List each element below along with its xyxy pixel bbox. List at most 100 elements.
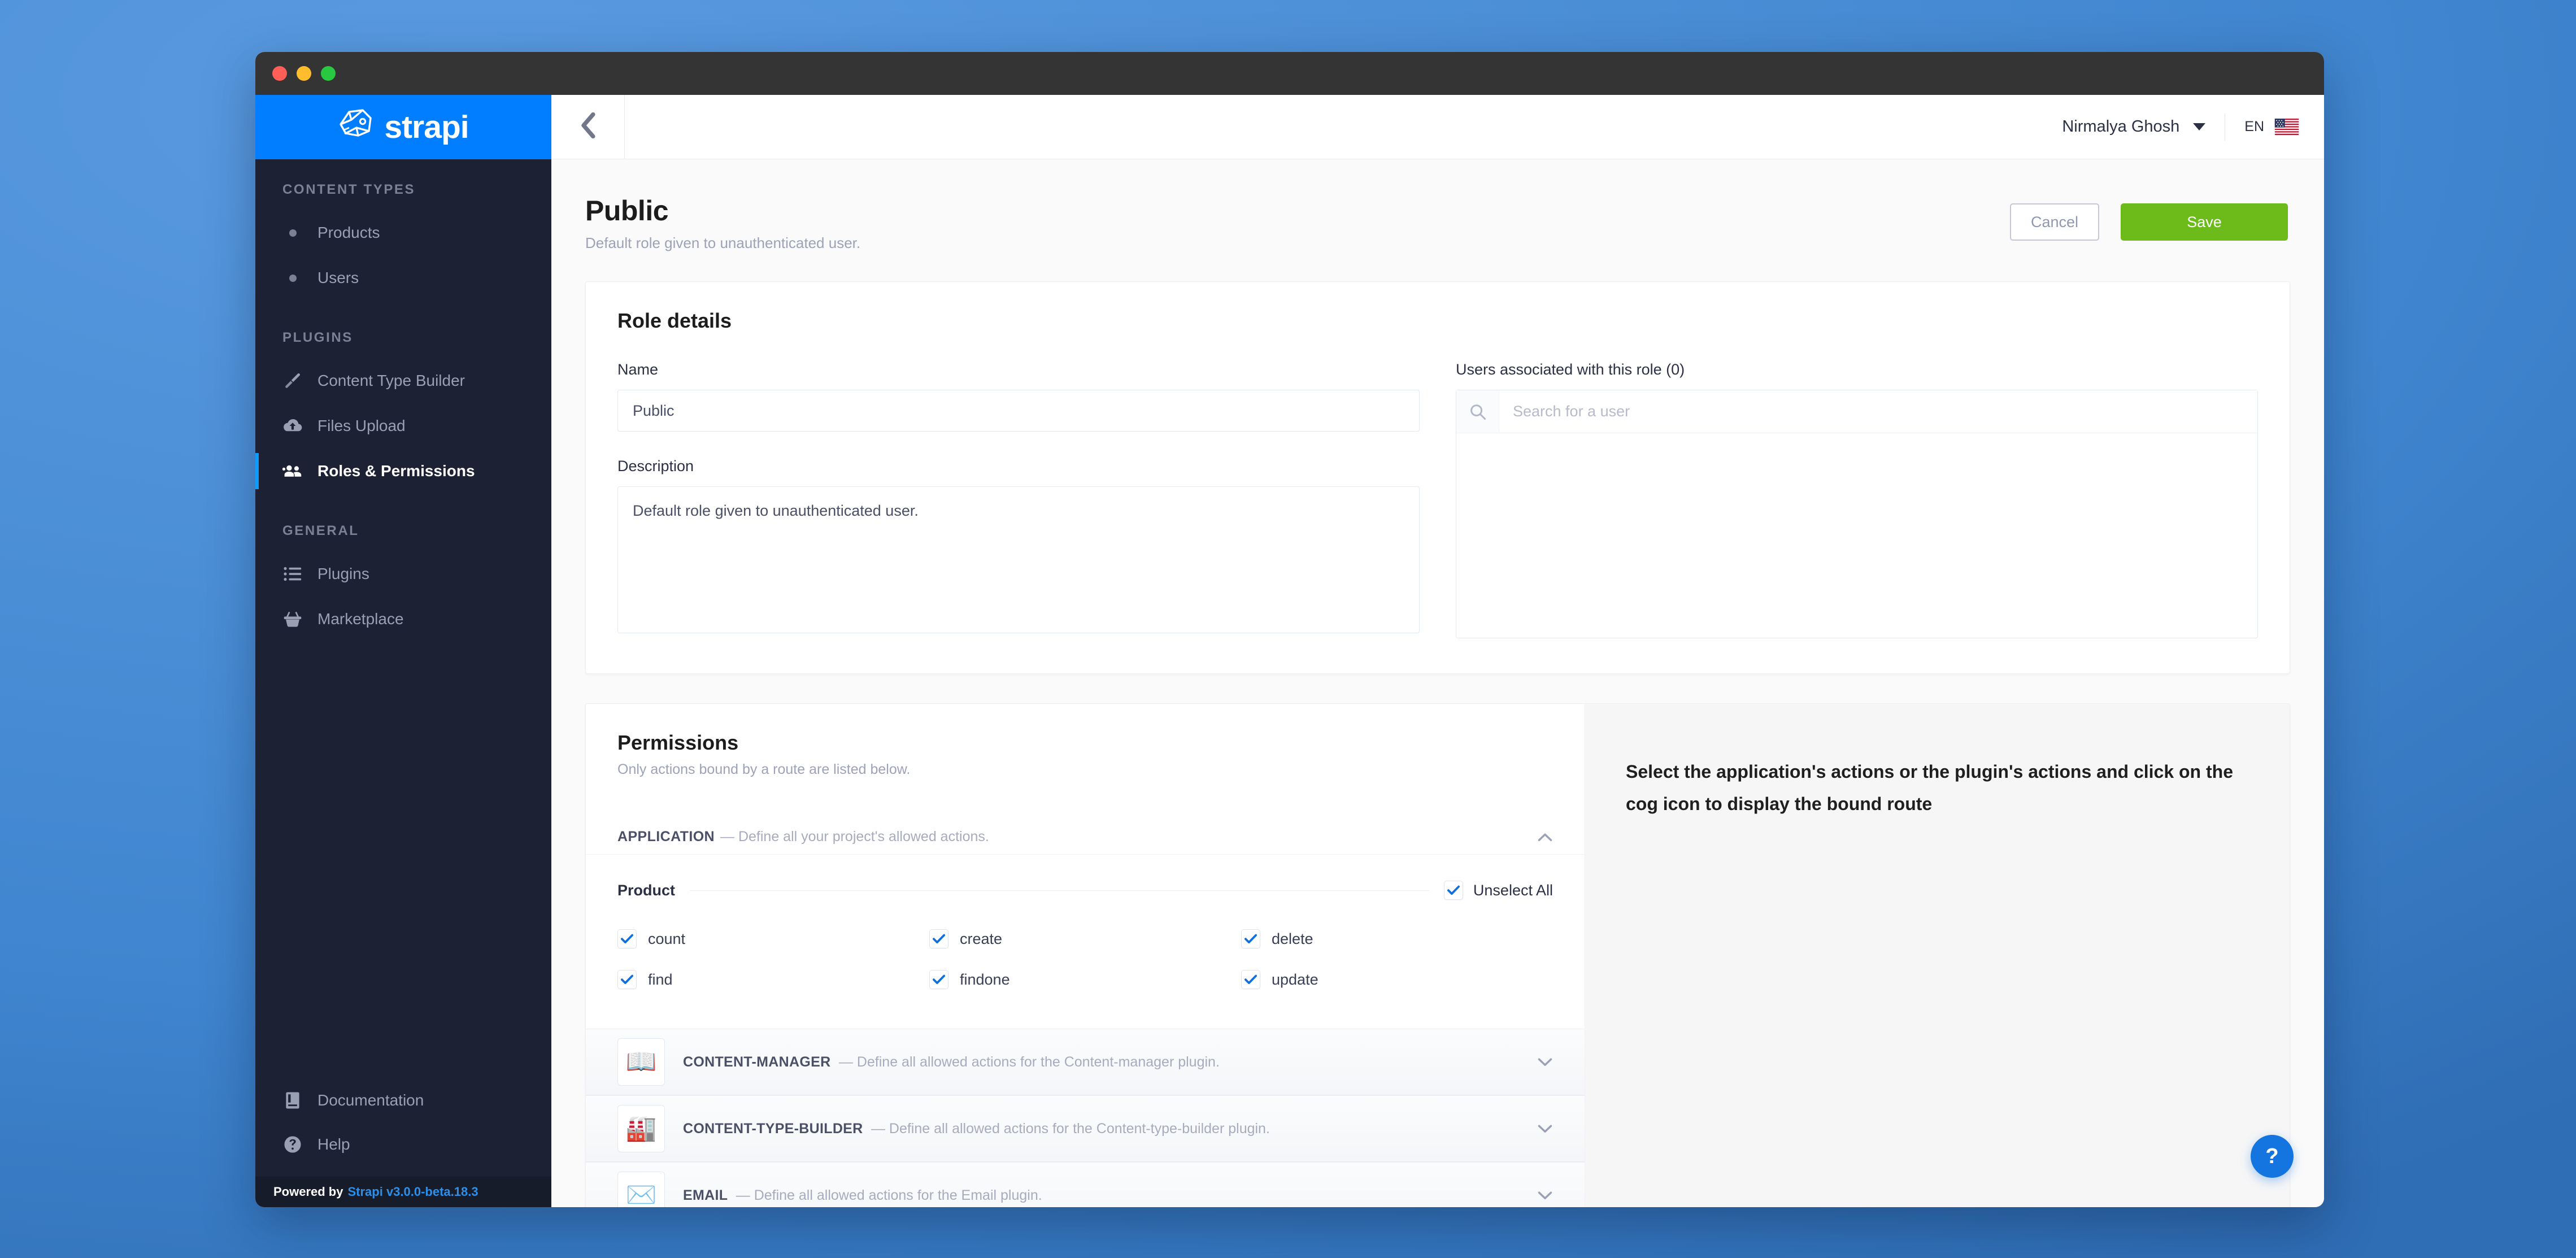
sidebar-bottom-nav: Documentation Help — [255, 1078, 551, 1177]
help-fab-button[interactable]: ? — [2251, 1135, 2294, 1178]
application-section-header[interactable]: APPLICATION — Define all your project's … — [586, 820, 1585, 855]
help-circle-icon — [282, 1135, 303, 1153]
plugin-row-text: EMAIL — Define all allowed actions for t… — [683, 1187, 1042, 1204]
name-label: Name — [617, 361, 659, 378]
window-minimize-button[interactable] — [297, 66, 311, 81]
window-close-button[interactable] — [272, 66, 287, 81]
action-label: find — [648, 970, 673, 988]
sidebar-item-files-upload[interactable]: Files Upload — [255, 403, 551, 449]
chevron-down-icon[interactable] — [1537, 1190, 1553, 1200]
sidebar-nav: CONTENT TYPES Products Users PLUGINS Con… — [255, 159, 551, 1078]
name-input[interactable] — [617, 390, 1420, 432]
checkbox[interactable] — [617, 970, 637, 989]
chevron-up-icon[interactable] — [1537, 832, 1553, 842]
open-book-icon: 📖 — [617, 1038, 665, 1086]
page-title: Public — [585, 195, 669, 227]
page-header: Public Default role given to unauthentic… — [551, 159, 2324, 252]
plugin-row-text: CONTENT-TYPE-BUILDER — Define all allowe… — [683, 1121, 1270, 1137]
permissions-header: Permissions Only actions bound by a rout… — [586, 731, 1585, 778]
chevron-down-icon[interactable] — [1537, 1124, 1553, 1134]
chevron-down-icon — [2193, 123, 2206, 130]
cloud-upload-icon — [282, 417, 303, 434]
users-column: Users associated with this role (0) — [1456, 361, 2258, 638]
users-empty-list — [1456, 433, 2257, 638]
name-field-group: Name — [617, 361, 1420, 432]
permission-action-count[interactable]: count — [617, 929, 929, 948]
book-icon — [282, 1091, 303, 1109]
brand-logo[interactable]: strapi — [255, 95, 551, 159]
save-button[interactable]: Save — [2121, 203, 2288, 241]
permission-action-create[interactable]: create — [929, 929, 1241, 948]
sidebar-item-marketplace[interactable]: Marketplace — [255, 597, 551, 642]
users-associated-label: Users associated with this role (0) — [1456, 361, 1685, 378]
sidebar-item-label: Marketplace — [317, 610, 404, 628]
sidebar-item-help[interactable]: Help — [255, 1122, 551, 1166]
back-button[interactable] — [551, 95, 625, 159]
permission-action-update[interactable]: update — [1241, 970, 1553, 989]
description-field-group: Description — [617, 458, 1420, 636]
plugin-section-content-type-builder[interactable]: 🏭 CONTENT-TYPE-BUILDER — Define all allo… — [586, 1095, 1585, 1162]
permissions-subheading: Only actions bound by a route are listed… — [617, 761, 911, 777]
basket-icon — [282, 611, 303, 628]
role-details-card: Role details Name Description — [585, 281, 2290, 674]
list-icon — [282, 567, 303, 581]
sidebar-section-general: GENERAL — [282, 523, 359, 538]
sidebar-item-roles-permissions[interactable]: Roles & Permissions — [255, 449, 551, 494]
search-icon — [1456, 390, 1499, 433]
plugin-section-email[interactable]: ✉️ EMAIL — Define all allowed actions fo… — [586, 1162, 1585, 1207]
language-code-label: EN — [2244, 119, 2264, 134]
permission-action-delete[interactable]: delete — [1241, 929, 1553, 948]
application-name: APPLICATION — [617, 829, 715, 845]
sidebar-section-content-types: CONTENT TYPES — [282, 182, 416, 197]
permission-action-findone[interactable]: findone — [929, 970, 1241, 989]
permissions-card: Permissions Only actions bound by a rout… — [585, 703, 2290, 1207]
page-subtitle: Default role given to unauthenticated us… — [585, 234, 861, 251]
plugin-description: — Define all allowed actions for the Con… — [871, 1120, 1270, 1137]
sidebar-item-users[interactable]: Users — [255, 255, 551, 301]
plugin-name: EMAIL — [683, 1187, 728, 1203]
brush-icon — [282, 371, 303, 390]
user-name-label: Nirmalya Ghosh — [2062, 117, 2180, 136]
sidebar-item-content-type-builder[interactable]: Content Type Builder — [255, 358, 551, 403]
sidebar-item-label: Help — [317, 1135, 350, 1153]
window-maximize-button[interactable] — [321, 66, 336, 81]
permission-action-grid: count create delete find findone update — [617, 929, 1553, 997]
role-form-column: Name Description — [617, 361, 1420, 638]
page-header-text: Public Default role given to unauthentic… — [585, 195, 860, 252]
sidebar-item-documentation[interactable]: Documentation — [255, 1078, 551, 1122]
checkbox[interactable] — [1241, 929, 1260, 948]
plugin-row-text: CONTENT-MANAGER — Define all allowed act… — [683, 1054, 1220, 1070]
page-scroll-area[interactable]: Public Default role given to unauthentic… — [551, 159, 2324, 1207]
user-search-input[interactable] — [1499, 390, 2257, 433]
role-details-heading: Role details — [617, 309, 732, 332]
permission-action-find[interactable]: find — [617, 970, 929, 989]
sidebar-item-plugins[interactable]: Plugins — [255, 551, 551, 597]
strapi-version-link[interactable]: Strapi v3.0.0-beta.18.3 — [347, 1185, 478, 1199]
sidebar-item-label: Users — [317, 269, 359, 286]
user-menu-button[interactable]: Nirmalya Ghosh — [2062, 113, 2226, 141]
cancel-button[interactable]: Cancel — [2010, 203, 2099, 241]
unselect-all-toggle[interactable]: Unselect All — [1443, 881, 1553, 900]
plugin-section-content-manager[interactable]: 📖 CONTENT-MANAGER — Define all allowed a… — [586, 1029, 1585, 1095]
language-selector[interactable]: EN — [2225, 119, 2299, 135]
permissions-right-pane: Select the application's actions or the … — [1585, 704, 2290, 1207]
checkbox[interactable] — [929, 929, 948, 948]
sidebar-item-products[interactable]: Products — [255, 210, 551, 255]
permissions-heading: Permissions — [617, 731, 739, 754]
chevron-down-icon[interactable] — [1537, 1057, 1553, 1067]
unselect-all-checkbox[interactable] — [1443, 881, 1463, 900]
app-window: strapi CONTENT TYPES Products Users PLUG… — [255, 52, 2324, 1207]
sidebar-footer: Powered by Strapi v3.0.0-beta.18.3 — [255, 1177, 551, 1207]
window-body: strapi CONTENT TYPES Products Users PLUG… — [255, 95, 2324, 1207]
description-textarea[interactable] — [617, 486, 1420, 633]
action-label: count — [648, 930, 686, 947]
checkbox[interactable] — [929, 970, 948, 989]
sidebar-item-label: Content Type Builder — [317, 372, 465, 389]
checkbox[interactable] — [1241, 970, 1260, 989]
plugin-name: CONTENT-MANAGER — [683, 1054, 831, 1070]
bullet-icon — [282, 229, 303, 237]
checkbox[interactable] — [617, 929, 637, 948]
plugin-sections: 📖 CONTENT-MANAGER — Define all allowed a… — [586, 1029, 1585, 1207]
sidebar-section-plugins: PLUGINS — [282, 330, 353, 345]
divider — [690, 890, 1429, 891]
